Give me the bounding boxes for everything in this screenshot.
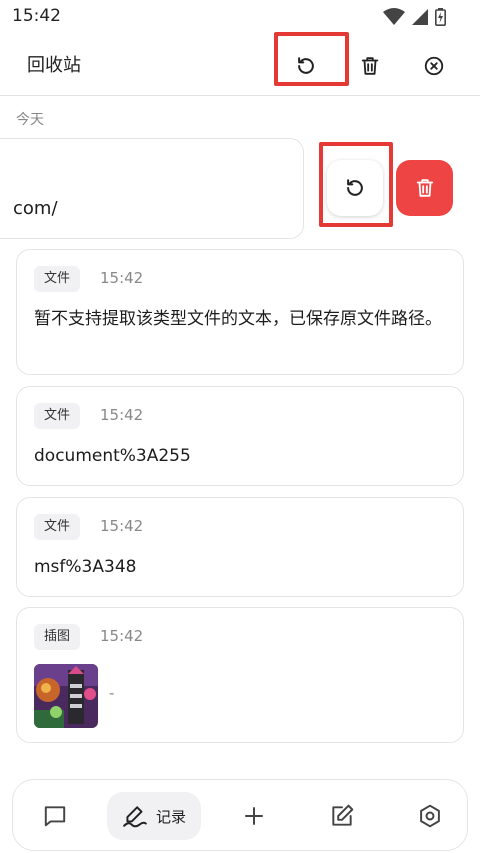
close-icon [424,56,444,76]
item-text: msf%3A348 [34,557,137,577]
status-time: 15:42 [12,6,61,26]
item-text: 暂不支持提取该类型文件的文本，已保存原文件路径。 [34,309,442,329]
nav-chat[interactable] [33,792,77,840]
list-item[interactable]: 文件 15:42 msf%3A348 [16,497,464,597]
list-item[interactable]: 插图 15:42 - [16,607,464,743]
swiped-item-text: com/ [13,198,58,219]
status-bar: 15:42 [0,0,480,34]
item-time: 15:42 [100,269,144,287]
item-time: 15:42 [100,517,144,535]
nav-records[interactable]: 记录 [107,792,201,840]
item-text: document%3A255 [34,446,191,466]
swipe-restore-button[interactable] [327,160,383,216]
type-tag: 文件 [34,403,81,429]
divider [0,95,480,96]
nav-settings[interactable] [408,792,452,840]
bottom-nav: 记录 [12,779,468,851]
restore-all-button[interactable] [286,46,326,86]
thumbnail-caption: - [109,684,115,702]
battery-icon [435,8,446,26]
swiped-list-item[interactable]: com/ [0,138,304,239]
gear-icon [420,804,440,828]
delete-icon [416,179,433,197]
delete-all-icon [361,57,379,75]
type-tag: 文件 [34,266,81,292]
nav-edit[interactable] [320,792,364,840]
page-title: 回收站 [27,55,81,76]
item-time: 15:42 [100,627,144,645]
close-button[interactable] [414,46,454,86]
section-label: 今天 [16,112,44,128]
app-bar: 回收站 [0,34,480,94]
restore-icon [347,179,363,196]
item-time: 15:42 [100,406,144,424]
wifi-icon [383,8,405,25]
restore-all-icon [298,57,314,74]
signal-icon [412,9,428,25]
delete-all-button[interactable] [350,46,390,86]
edit-icon [332,804,354,826]
status-icons [383,8,446,26]
type-tag: 文件 [34,514,81,540]
type-tag: 插图 [34,624,81,650]
plus-icon [245,807,263,825]
list-item[interactable]: 文件 15:42 document%3A255 [16,386,464,486]
nav-records-label: 记录 [155,807,186,826]
swipe-delete-button[interactable] [396,160,453,216]
list-item[interactable]: 文件 15:42 暂不支持提取该类型文件的文本，已保存原文件路径。 [16,249,464,375]
thumbnail-illustration [34,664,98,728]
image-thumbnail[interactable] [34,664,98,728]
nav-add[interactable] [232,792,276,840]
chat-icon [44,806,66,827]
handwriting-icon [123,806,147,828]
